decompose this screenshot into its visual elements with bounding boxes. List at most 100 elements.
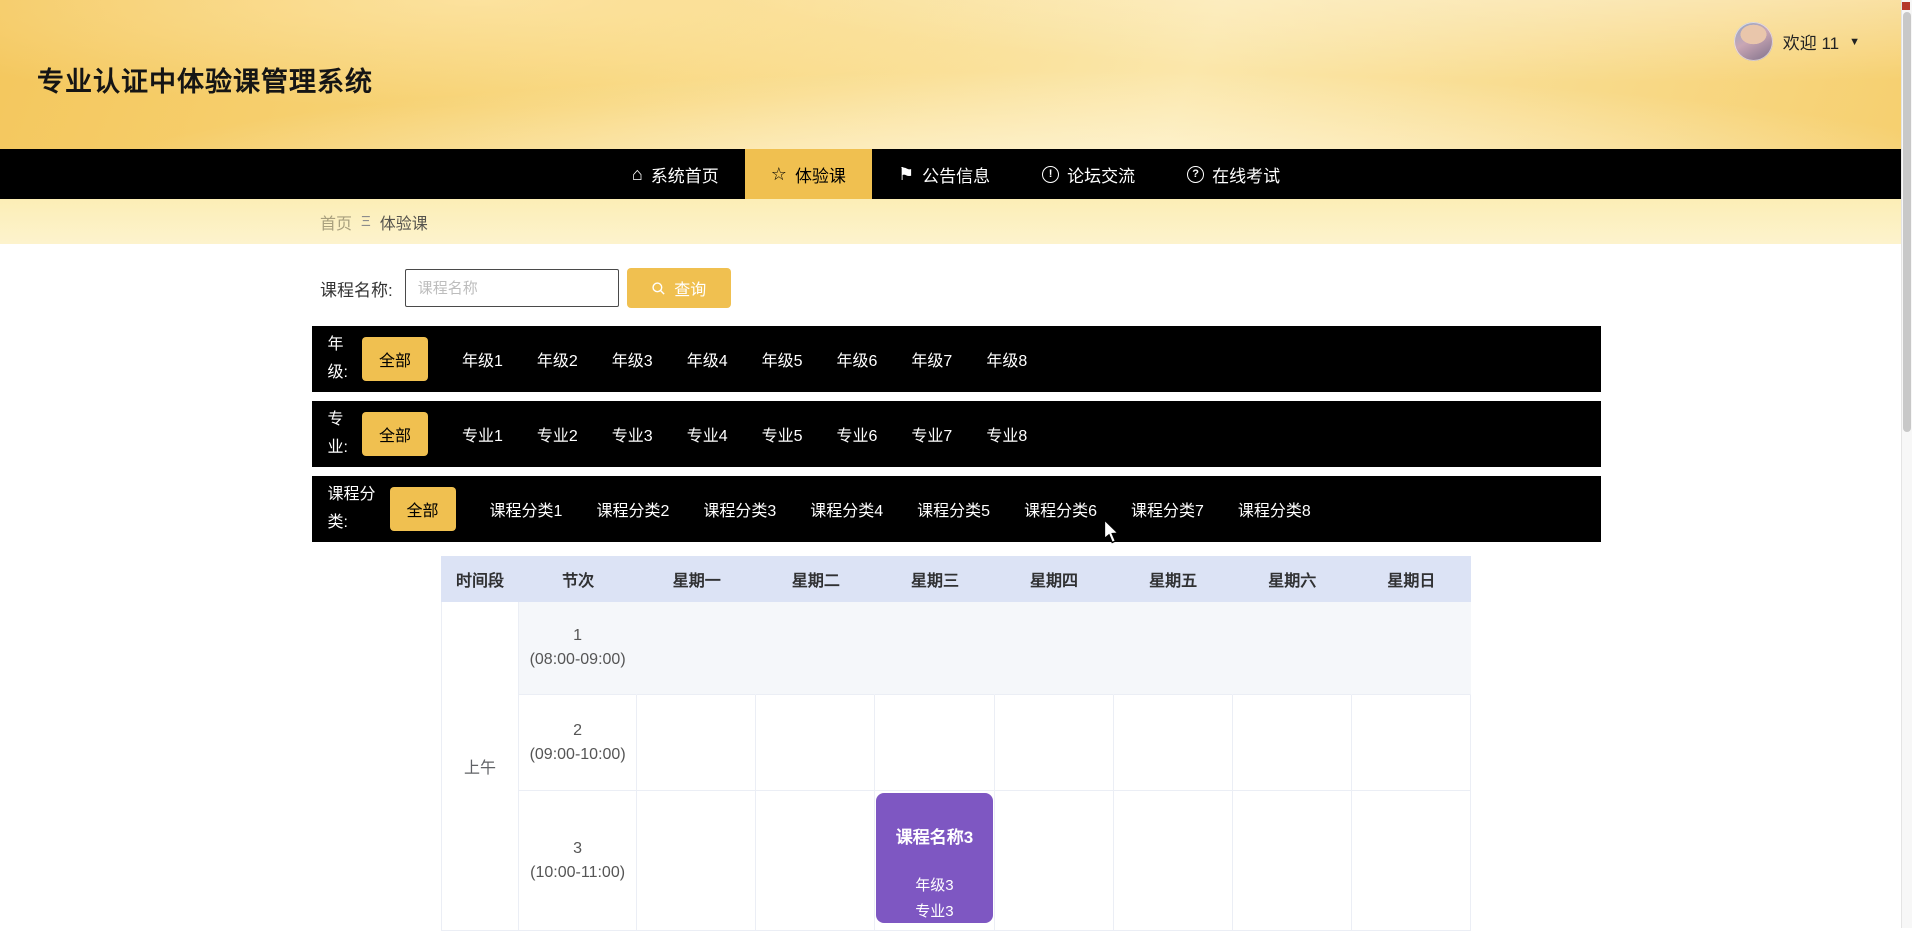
breadcrumb-separator-icon: Ξ [361, 213, 371, 230]
course-card-major: 专业3 [915, 900, 953, 921]
nav-item[interactable]: ⚑公告信息 [872, 149, 1016, 199]
timetable-cell[interactable] [1352, 602, 1471, 695]
filter-options: 全部 课程分类1 课程分类2 课程分类3 课程分类4 课程分类5 课程分类6 课程分类7 课程分… [390, 487, 1311, 531]
filter-option[interactable]: 全部 [362, 412, 428, 456]
timetable-row: 3(10:00-11:00) 课程名称3 年级3 专业3 [441, 791, 1471, 931]
star-icon: ☆ [771, 165, 787, 183]
timetable-cell[interactable] [1114, 791, 1233, 931]
timetable-cell[interactable] [995, 791, 1114, 931]
query-button[interactable]: 查询 [627, 268, 731, 308]
filter-option[interactable]: 课程分类6 [1024, 497, 1097, 521]
timetable-column-header: 时间段 [441, 556, 519, 602]
timetable-cell[interactable] [875, 602, 994, 695]
timetable-cell[interactable] [875, 695, 994, 791]
course-card-title: 课程名称3 [896, 823, 973, 848]
slot-time: (08:00-09:00) [519, 648, 636, 671]
timetable-cell[interactable] [1233, 602, 1352, 695]
filter-bar-grade: 年 级: 全部 年级1 年级2 年级3 年级4 年级5 年级6 年级7 年级8 [312, 326, 1601, 392]
nav-item[interactable]: ⌂系统首页 [606, 149, 745, 199]
filter-option[interactable]: 课程分类4 [810, 497, 883, 521]
filter-option[interactable]: 专业1 [462, 422, 503, 446]
filter-label: 专 业: [328, 406, 348, 462]
page-header: 专业认证中体验课管理系统 欢迎 11 ▼ [0, 0, 1912, 149]
course-name-label: 课程名称: [320, 276, 393, 301]
filter-option[interactable]: 专业5 [762, 422, 803, 446]
filter-option[interactable]: 年级7 [911, 347, 952, 371]
filter-option[interactable]: 课程分类7 [1131, 497, 1204, 521]
nav-item-label: 公告信息 [922, 162, 990, 187]
timetable-column-header: 星期一 [637, 556, 756, 602]
timetable-column-header: 星期五 [1114, 556, 1233, 602]
nav-item-label: 论坛交流 [1067, 162, 1135, 187]
nav-item[interactable]: ! 论坛交流 [1016, 149, 1161, 199]
filter-option[interactable]: 年级3 [612, 347, 653, 371]
filter-option[interactable]: 全部 [390, 487, 456, 531]
filter-option[interactable]: 全部 [362, 337, 428, 381]
timetable-cell[interactable] [1114, 602, 1233, 695]
filter-option[interactable]: 年级4 [687, 347, 728, 371]
question-icon: ? [1187, 166, 1204, 183]
timetable-cell[interactable] [1352, 791, 1471, 931]
timetable-cell[interactable] [1352, 695, 1471, 791]
filter-option[interactable]: 课程分类5 [917, 497, 990, 521]
filter-option[interactable]: 专业6 [837, 422, 878, 446]
filter-option[interactable]: 课程分类3 [703, 497, 776, 521]
slot-cell: 3(10:00-11:00) [519, 791, 637, 931]
filter-option[interactable]: 年级8 [986, 347, 1027, 371]
filter-option[interactable]: 专业4 [687, 422, 728, 446]
filter-option[interactable]: 年级2 [537, 347, 578, 371]
filter-bar-major: 专 业: 全部 专业1 专业2 专业3 专业4 专业5 专业6 专业7 专业8 [312, 401, 1601, 467]
timetable-cell[interactable] [756, 695, 875, 791]
filter-option[interactable]: 年级5 [762, 347, 803, 371]
filter-options: 全部 专业1 专业2 专业3 专业4 专业5 专业6 专业7 专业8 [362, 412, 1027, 456]
timetable-header-row: 时间段节次星期一星期二星期三星期四星期五星期六星期日 [441, 556, 1471, 602]
timetable-cell[interactable] [637, 791, 756, 931]
timetable-cell[interactable]: 课程名称3 年级3 专业3 [875, 791, 994, 931]
timetable-cell[interactable] [1233, 791, 1352, 931]
timetable-cell[interactable] [637, 602, 756, 695]
filter-option[interactable]: 专业8 [986, 422, 1027, 446]
filter-section: 年 级:全部年级1年级2年级3年级4年级5年级6年级7年级8专 业:全部专业1专… [0, 326, 1912, 542]
period-group-cell: 上午 [441, 602, 519, 931]
filter-label: 课程分 类: [328, 481, 376, 537]
timetable-cell[interactable] [995, 695, 1114, 791]
timetable-cell[interactable] [756, 791, 875, 931]
corner-marker [1902, 2, 1910, 10]
filter-option[interactable]: 年级1 [462, 347, 503, 371]
timetable-cell[interactable] [756, 602, 875, 695]
search-icon [651, 281, 666, 296]
filter-option[interactable]: 专业3 [612, 422, 653, 446]
course-card[interactable]: 课程名称3 年级3 专业3 [876, 793, 992, 923]
welcome-text: 欢迎 11 [1783, 29, 1839, 54]
timetable-cell[interactable] [995, 602, 1114, 695]
breadcrumb-home[interactable]: 首页 [320, 210, 352, 234]
avatar[interactable] [1734, 22, 1773, 61]
home-icon: ⌂ [632, 165, 643, 183]
scrollbar-thumb[interactable] [1903, 12, 1911, 432]
nav-item-label: 在线考试 [1212, 162, 1280, 187]
timetable-column-header: 星期二 [756, 556, 875, 602]
user-menu[interactable]: 欢迎 11 ▼ [1734, 22, 1860, 61]
nav-item[interactable]: ? 在线考试 [1161, 149, 1306, 199]
timetable-cell[interactable] [1233, 695, 1352, 791]
filter-option[interactable]: 专业7 [911, 422, 952, 446]
filter-option[interactable]: 课程分类8 [1238, 497, 1311, 521]
course-name-input[interactable] [405, 269, 619, 307]
timetable-column-header: 节次 [519, 556, 637, 602]
timetable-column-header: 星期六 [1233, 556, 1352, 602]
query-button-label: 查询 [674, 276, 706, 300]
filter-label: 年 级: [328, 331, 348, 387]
slot-number: 2 [519, 719, 636, 743]
filter-option[interactable]: 专业2 [537, 422, 578, 446]
nav-item[interactable]: ☆体验课 [745, 149, 872, 199]
filter-option[interactable]: 年级6 [837, 347, 878, 371]
slot-number: 3 [519, 837, 636, 861]
course-card-grade: 年级3 [915, 874, 953, 895]
timetable-cell[interactable] [1114, 695, 1233, 791]
timetable-cell[interactable] [637, 695, 756, 791]
scrollbar[interactable] [1901, 0, 1912, 928]
timetable-column-header: 星期四 [995, 556, 1114, 602]
filter-option[interactable]: 课程分类2 [596, 497, 669, 521]
filter-option[interactable]: 课程分类1 [490, 497, 563, 521]
exclamation-icon: ! [1042, 166, 1059, 183]
